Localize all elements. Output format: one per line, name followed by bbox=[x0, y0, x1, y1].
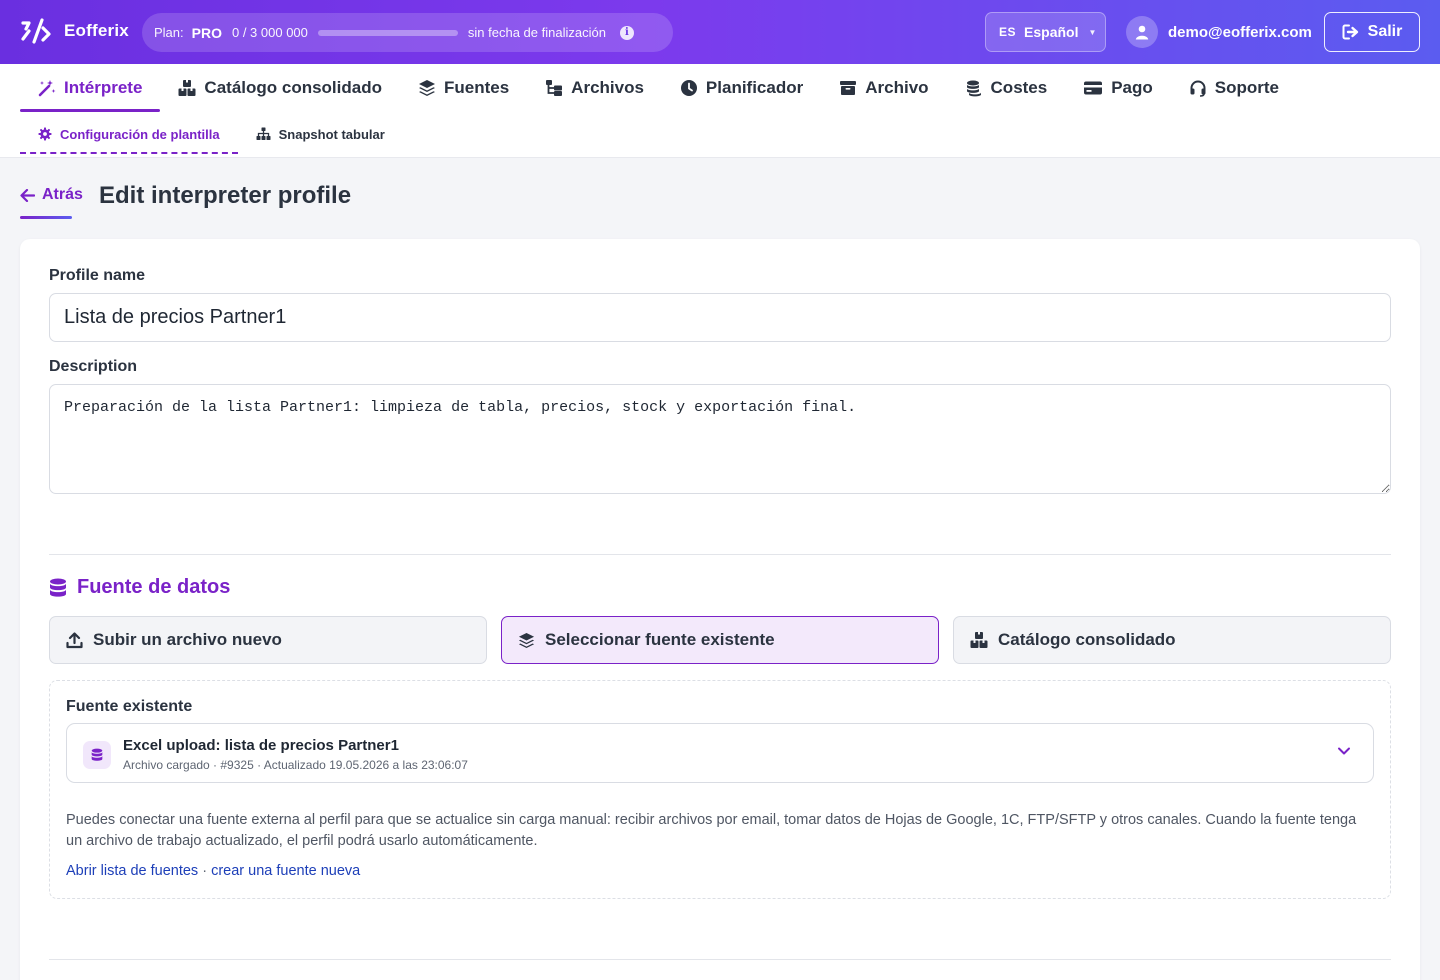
user-menu[interactable]: demo@eofferix.com bbox=[1126, 16, 1312, 48]
existing-source-title: Fuente existente bbox=[66, 698, 193, 715]
subtab-configuracion-plantilla[interactable]: Configuración de plantilla bbox=[20, 116, 238, 154]
tab-label: Soporte bbox=[1214, 78, 1280, 97]
description-textarea[interactable]: Preparación de la lista Partner1: limpie… bbox=[49, 384, 1391, 494]
tab-label: Costes bbox=[990, 78, 1048, 97]
top-bar: Eofferix Plan: PRO 0 / 3 000 000 sin fec… bbox=[0, 0, 1440, 64]
layers-icon bbox=[518, 632, 535, 648]
tab-archivos[interactable]: Archivos bbox=[527, 64, 662, 112]
tab-label: Pago bbox=[1111, 78, 1153, 97]
subtab-label: Snapshot tabular bbox=[278, 126, 385, 142]
upload-icon bbox=[66, 631, 83, 648]
option-label: Subir un archivo nuevo bbox=[93, 630, 282, 649]
data-source-title: Fuente de datos bbox=[49, 576, 230, 599]
source-links: Abrir lista de fuentes · crear una fuent… bbox=[66, 863, 360, 879]
upload-new-file-button[interactable]: Subir un archivo nuevo bbox=[49, 616, 487, 664]
plan-usage: Plan: PRO 0 / 3 000 000 sin fecha de fin… bbox=[142, 13, 673, 52]
tab-label: Intérprete bbox=[64, 78, 143, 97]
profile-name-input[interactable] bbox=[49, 293, 1391, 342]
back-underline bbox=[20, 216, 72, 219]
main-nav: Intérprete Catálogo consolidado Fuentes bbox=[0, 64, 1440, 158]
subtab-label: Configuración de plantilla bbox=[60, 126, 220, 142]
sitemap-icon bbox=[256, 127, 271, 140]
tab-costes[interactable]: Costes bbox=[947, 64, 1066, 112]
layers-icon bbox=[418, 80, 435, 96]
consolidated-catalog-button[interactable]: Catálogo consolidado bbox=[953, 616, 1391, 664]
tab-archivo[interactable]: Archivo bbox=[821, 64, 946, 112]
avatar bbox=[1126, 16, 1158, 48]
section-divider bbox=[49, 959, 1391, 960]
create-new-source-link[interactable]: crear una fuente nueva bbox=[211, 863, 360, 879]
open-sources-list-link[interactable]: Abrir lista de fuentes bbox=[66, 863, 198, 879]
arrow-left-icon bbox=[20, 188, 35, 202]
app-name: Eofferix bbox=[64, 21, 129, 40]
plan-label: Plan: bbox=[154, 25, 184, 40]
plan-usage-bar bbox=[317, 29, 458, 36]
tab-label: Planificador bbox=[705, 78, 804, 97]
tab-pago[interactable]: Pago bbox=[1065, 64, 1171, 112]
caret-down-icon: ▼ bbox=[1088, 27, 1097, 37]
logo-icon bbox=[21, 18, 51, 44]
existing-source-select[interactable]: Excel upload: lista de precios Partner1 … bbox=[66, 723, 1374, 783]
brand[interactable]: Eofferix bbox=[20, 18, 129, 44]
language-select[interactable]: ES Español ▼ bbox=[985, 12, 1106, 52]
user-icon bbox=[1135, 25, 1149, 40]
profile-form-card: Profile name Description Preparación de … bbox=[20, 239, 1420, 980]
tab-label: Fuentes bbox=[443, 78, 510, 97]
nav-tabs: Intérprete Catálogo consolidado Fuentes bbox=[20, 64, 1297, 112]
existing-source-panel: Fuente existente Excel upload: lista de … bbox=[49, 680, 1391, 899]
tab-catalogo-consolidado[interactable]: Catálogo consolidado bbox=[160, 64, 400, 112]
info-icon[interactable]: i bbox=[619, 25, 634, 40]
boxes-icon bbox=[178, 80, 196, 96]
language-label: Español bbox=[1024, 24, 1079, 40]
selected-source-meta: Archivo cargado · #9325 · Actualizado 19… bbox=[123, 758, 468, 772]
select-existing-source-button[interactable]: Seleccionar fuente existente bbox=[501, 616, 939, 664]
plan-expiry: sin fecha de finalización bbox=[467, 25, 606, 40]
option-label: Seleccionar fuente existente bbox=[545, 630, 775, 649]
coins-icon bbox=[966, 80, 981, 97]
section-divider bbox=[49, 554, 1391, 555]
selected-source-name: Excel upload: lista de precios Partner1 bbox=[123, 737, 399, 754]
language-code: ES bbox=[999, 25, 1017, 39]
credit-card-icon bbox=[1084, 81, 1103, 95]
tab-label: Archivo bbox=[865, 78, 929, 97]
back-label: Atrás bbox=[42, 186, 83, 203]
folder-tree-icon bbox=[546, 80, 563, 96]
archive-box-icon bbox=[840, 81, 857, 95]
clock-icon bbox=[680, 80, 697, 96]
gear-icon bbox=[38, 127, 52, 141]
database-icon bbox=[50, 578, 66, 597]
magic-wand-icon bbox=[38, 80, 56, 97]
link-separator: · bbox=[202, 863, 208, 879]
back-link[interactable]: Atrás bbox=[20, 186, 83, 204]
tab-interprete[interactable]: Intérprete bbox=[20, 64, 161, 112]
plan-tier: PRO bbox=[191, 24, 222, 41]
page-title: Edit interpreter profile bbox=[99, 182, 352, 209]
headset-icon bbox=[1190, 80, 1206, 97]
sign-out-icon bbox=[1342, 24, 1358, 40]
tab-label: Archivos bbox=[571, 78, 644, 97]
tab-fuentes[interactable]: Fuentes bbox=[400, 64, 527, 112]
option-label: Catálogo consolidado bbox=[998, 630, 1176, 649]
profile-name-label: Profile name bbox=[49, 267, 146, 284]
plan-usage-count: 0 / 3 000 000 bbox=[231, 25, 308, 40]
source-help-text: Puedes conectar una fuente externa al pe… bbox=[66, 812, 1357, 849]
database-icon bbox=[83, 741, 111, 769]
chevron-down-icon bbox=[1338, 747, 1350, 755]
data-source-title-text: Fuente de datos bbox=[77, 576, 231, 598]
tab-soporte[interactable]: Soporte bbox=[1171, 64, 1297, 112]
subtab-snapshot-tabular[interactable]: Snapshot tabular bbox=[238, 116, 403, 152]
user-email: demo@eofferix.com bbox=[1168, 23, 1312, 41]
boxes-icon bbox=[970, 632, 988, 648]
sub-tabs: Configuración de plantilla Snapshot tabu… bbox=[20, 116, 403, 156]
description-label: Description bbox=[49, 358, 138, 375]
tab-planificador[interactable]: Planificador bbox=[662, 64, 821, 112]
tab-label: Catálogo consolidado bbox=[204, 78, 382, 97]
logout-label: Salir bbox=[1367, 23, 1403, 40]
logout-button[interactable]: Salir bbox=[1324, 12, 1420, 52]
